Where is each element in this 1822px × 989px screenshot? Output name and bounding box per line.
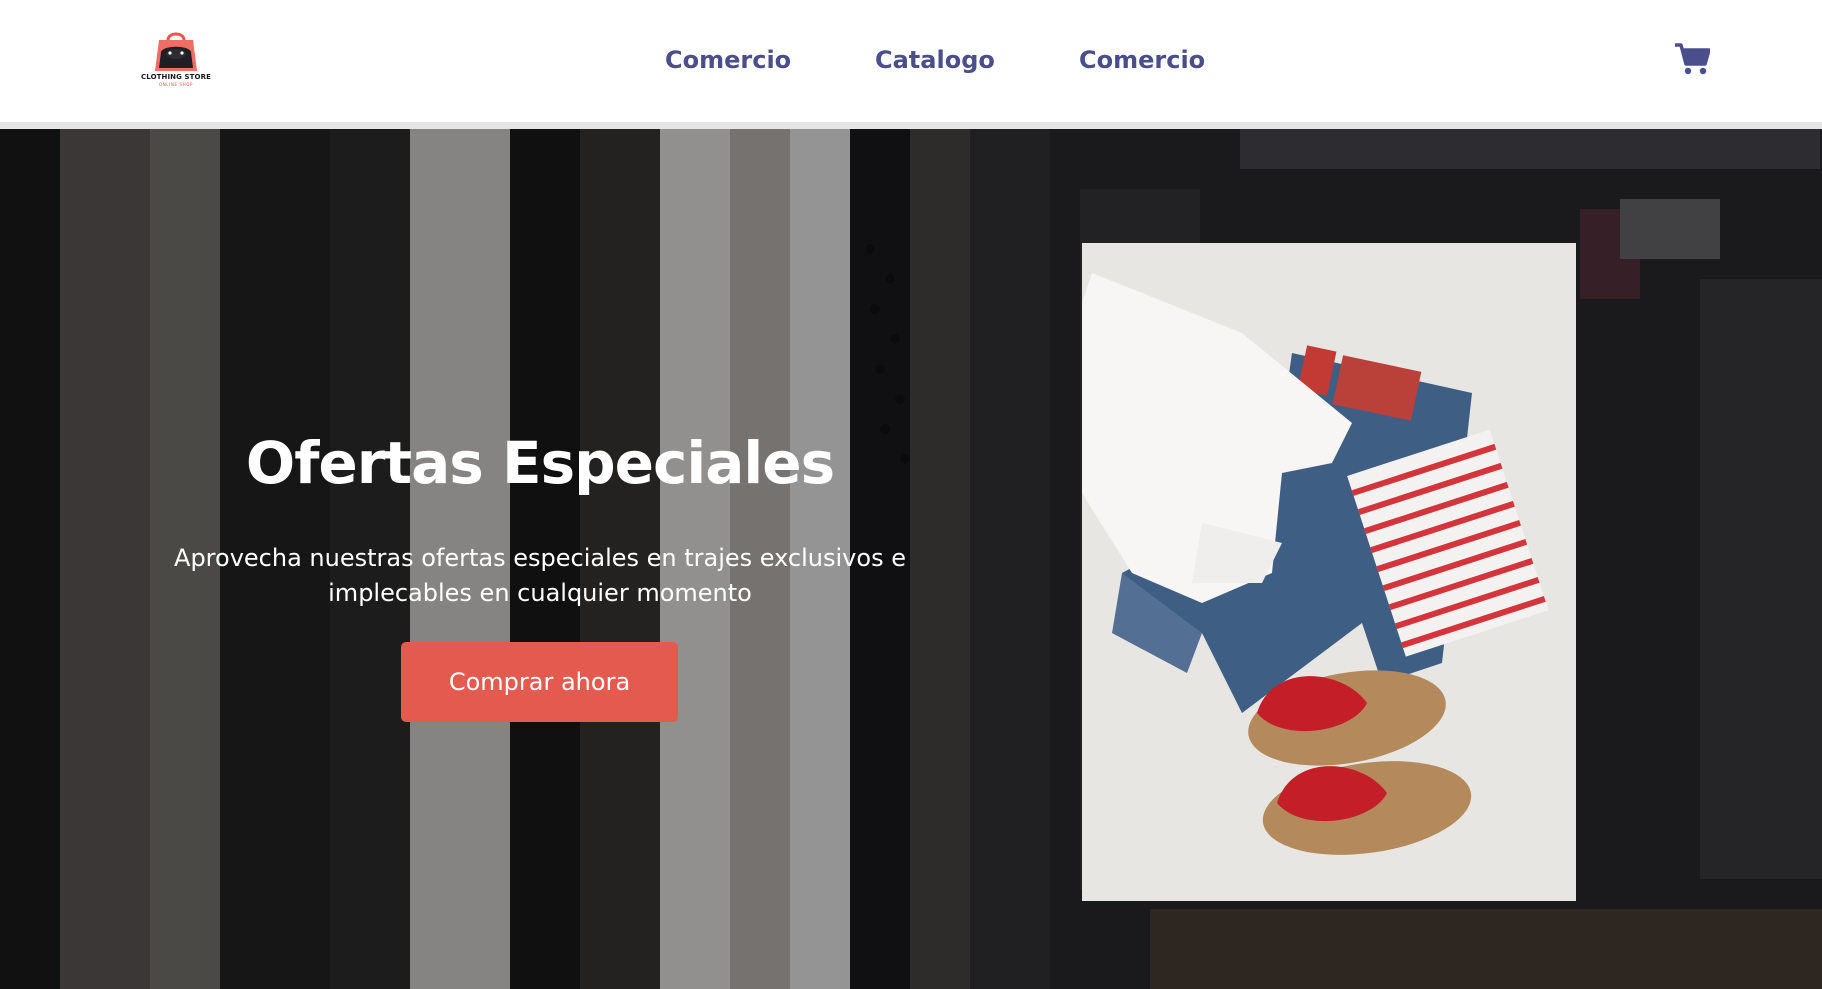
- product-flatlay-image: [1082, 243, 1576, 901]
- header-divider: [0, 122, 1822, 129]
- cart-button[interactable]: [1674, 42, 1711, 76]
- hero-title: Ofertas Especiales: [245, 429, 835, 497]
- hero-section: Ofertas Especiales Aprovecha nuestras of…: [0, 129, 1822, 989]
- flatlay-illustration: [1082, 243, 1576, 901]
- logo-sub-text: ONLINE SHOP: [158, 82, 194, 87]
- nav-link-comercio-2[interactable]: Comercio: [1079, 40, 1205, 80]
- main-nav: Comercio Catalogo Comercio: [0, 40, 1822, 80]
- nav-link-catalogo[interactable]: Catalogo: [875, 40, 995, 80]
- nav-link-comercio[interactable]: Comercio: [665, 40, 791, 80]
- buy-now-button[interactable]: Comprar ahora: [401, 642, 678, 722]
- shopping-cart-icon: [1675, 43, 1711, 75]
- site-header: CLOTHING STORE ONLINE SHOP Comercio Cata…: [0, 0, 1822, 122]
- hero-subtitle: Aprovecha nuestras ofertas especiales en…: [174, 544, 906, 607]
